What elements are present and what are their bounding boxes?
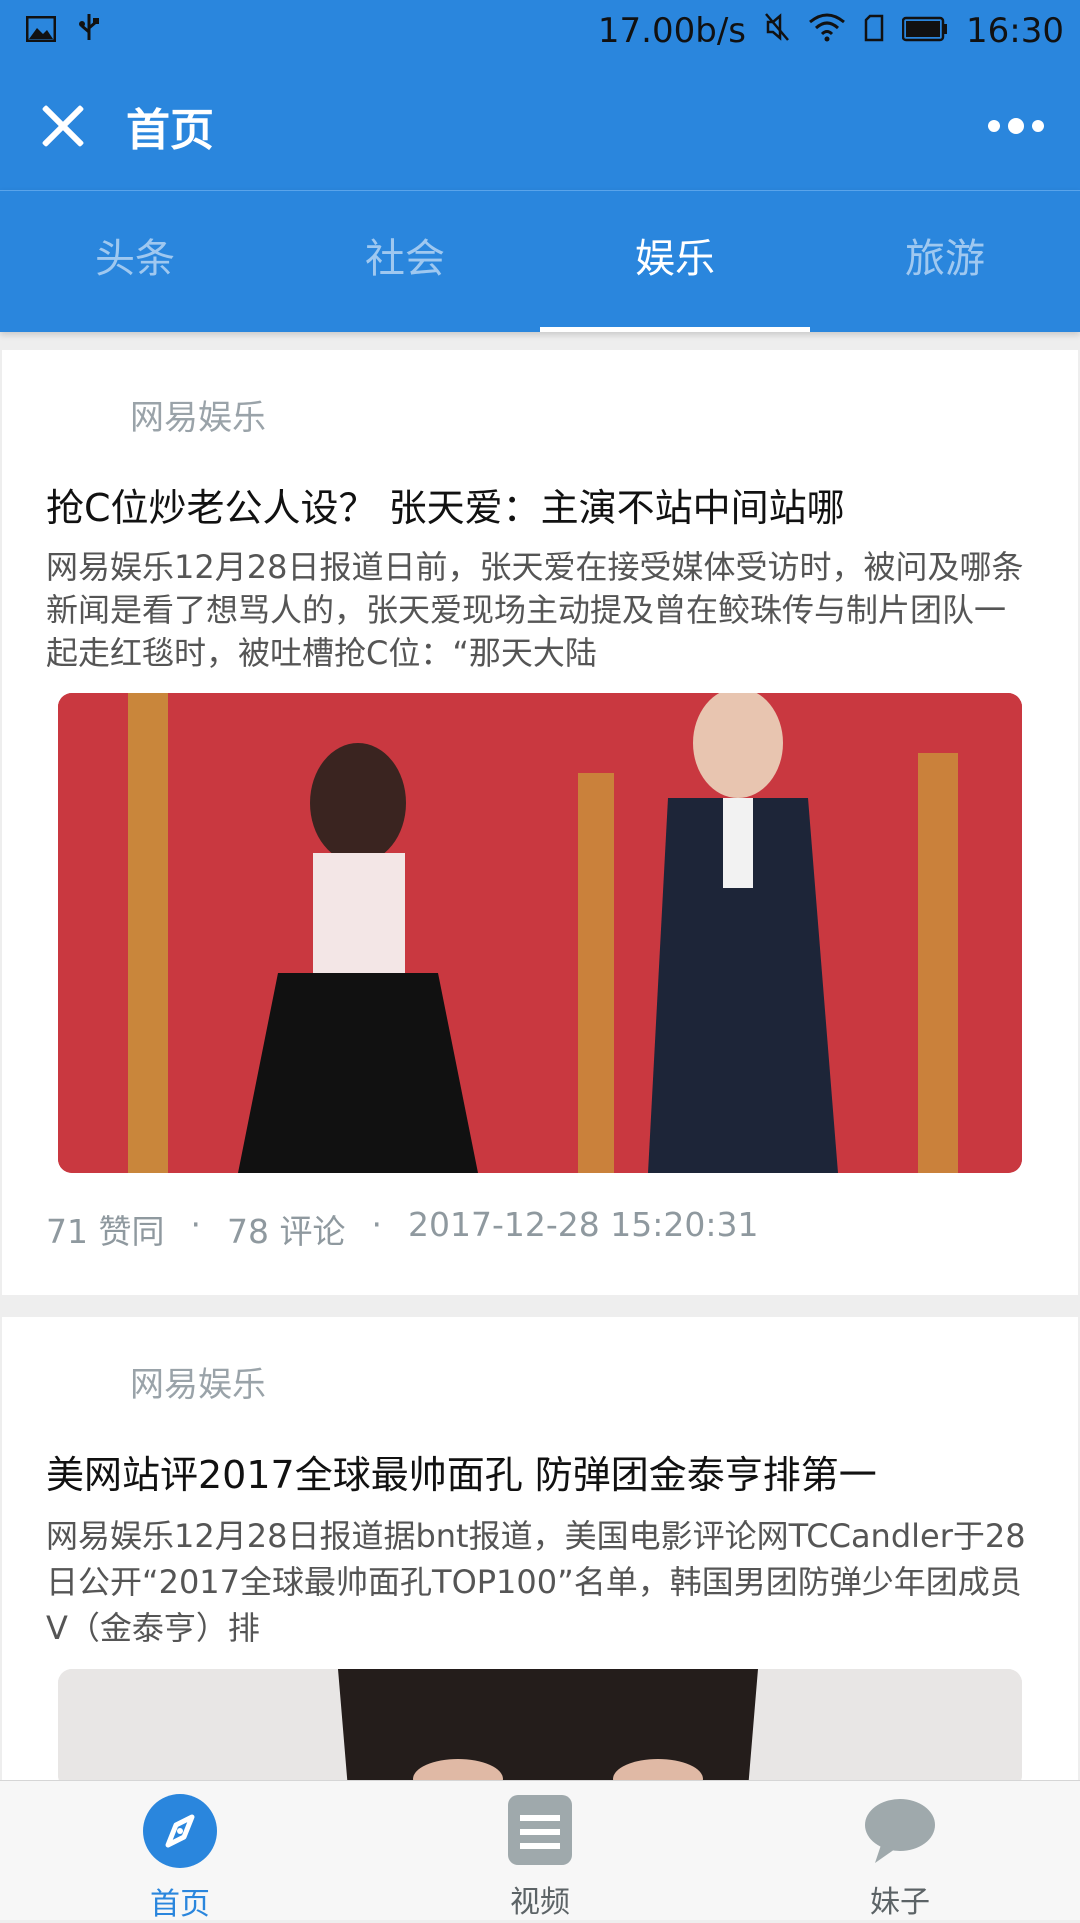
stats-separator: ·: [371, 1205, 382, 1244]
article-summary: 网易娱乐12月28日报道日前，张天爱在接受媒体受访时，被问及哪条新闻是看了想骂人…: [46, 548, 1024, 672]
nav-home-label: 首页: [150, 1887, 210, 1922]
clock: 16:30: [966, 11, 1064, 51]
article-card[interactable]: 网易娱乐 美网站评2017全球最帅面孔 防弹团金泰亨排第一 网易娱乐12月28日…: [2, 1317, 1078, 1831]
list-icon: [506, 1793, 574, 1871]
nav-girls[interactable]: 妹子: [720, 1781, 1080, 1920]
tab-headlines[interactable]: 头条: [0, 191, 270, 332]
tab-society[interactable]: 社会: [270, 191, 540, 332]
like-count: 71 赞同: [46, 1212, 165, 1251]
tab-travel[interactable]: 旅游: [810, 191, 1080, 332]
sim-icon: [864, 11, 884, 51]
news-feed[interactable]: 网易娱乐 抢C位炒老公人设？ 张天爱：主演不站中间站哪 网易娱乐12月28日报道…: [0, 350, 1080, 1853]
article-thumbnail[interactable]: [58, 1669, 1022, 1789]
article-stats: 71 赞同 · 78 评论 · 2017-12-28 15:20:31: [46, 1205, 1034, 1253]
chat-bubble-icon: [863, 1793, 937, 1871]
nav-video[interactable]: 视频: [360, 1781, 720, 1920]
nav-home[interactable]: 首页: [0, 1781, 360, 1922]
article-summary: 网易娱乐12月28日报道据bnt报道，美国电影评论网TCCandler于28日公…: [46, 1517, 1026, 1647]
battery-icon: [901, 11, 948, 51]
wifi-icon: [808, 11, 846, 51]
nav-girls-label: 妹子: [870, 1885, 930, 1920]
stats-separator: ·: [190, 1205, 201, 1244]
category-tabs: 头条 社会 娱乐 旅游: [0, 190, 1080, 332]
status-bar: 17.00b/s 16:30: [0, 0, 1080, 62]
article-headline[interactable]: 美网站评2017全球最帅面孔 防弹团金泰亨排第一: [46, 1444, 1034, 1499]
tab-entertainment[interactable]: 娱乐: [540, 191, 810, 332]
network-speed: 17.00b/s: [597, 11, 747, 51]
article-source: 网易娱乐: [130, 398, 266, 438]
page-title: 首页: [126, 105, 214, 156]
close-icon[interactable]: [38, 101, 88, 151]
nav-video-label: 视频: [510, 1885, 570, 1920]
article-card[interactable]: 网易娱乐 抢C位炒老公人设？ 张天爱：主演不站中间站哪 网易娱乐12月28日报道…: [2, 350, 1078, 1295]
comment-count[interactable]: 78 评论: [227, 1205, 345, 1253]
article-thumbnail[interactable]: [58, 693, 1022, 1173]
compass-icon: [142, 1793, 218, 1873]
usb-icon: [78, 11, 100, 51]
image-icon: [25, 11, 57, 51]
bottom-navigation: 首页 视频 妹子: [0, 1780, 1080, 1922]
mute-icon: [764, 11, 790, 51]
publish-time: 2017-12-28 15:20:31: [407, 1205, 759, 1244]
article-source: 网易娱乐: [130, 1365, 266, 1405]
article-headline[interactable]: 抢C位炒老公人设？ 张天爱：主演不站中间站哪: [46, 477, 1034, 532]
app-bar: 首页: [0, 62, 1080, 190]
more-icon[interactable]: [988, 118, 1044, 134]
